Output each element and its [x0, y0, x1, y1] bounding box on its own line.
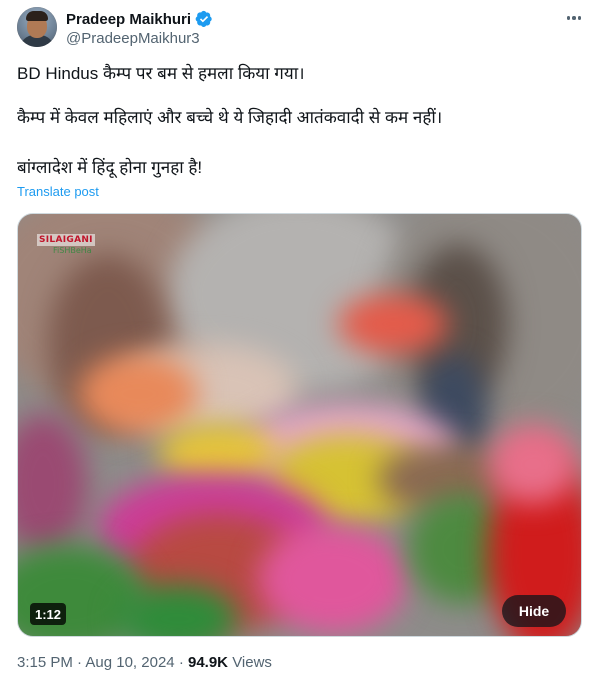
more-options-icon[interactable]	[564, 8, 584, 28]
watermark-line-1: SILAIGANI	[37, 234, 95, 246]
watermark-line-2: FiSHBeHa	[53, 246, 92, 255]
video-watermark: SILAIGANI FiSHBeHa	[37, 234, 95, 255]
verified-badge-icon	[195, 10, 213, 28]
meta-separator: ·	[77, 654, 83, 671]
video-duration-badge: 1:12	[30, 603, 67, 625]
author-display-name[interactable]: Pradeep Maikhuri	[66, 11, 191, 28]
author-name-row[interactable]: Pradeep Maikhuri	[66, 9, 213, 29]
author-handle[interactable]: @PradeepMaikhur3	[66, 30, 200, 47]
tweet-time[interactable]: 3:15 PM	[17, 654, 73, 671]
tweet-card: Pradeep Maikhuri @PradeepMaikhur3 BD Hin…	[0, 0, 599, 674]
tweet-meta: 3:15 PM · Aug 10, 2024 · 94.9K Views	[17, 654, 272, 671]
translate-post-link[interactable]: Translate post	[17, 184, 99, 199]
tweet-date[interactable]: Aug 10, 2024	[85, 654, 174, 671]
hide-media-button[interactable]: Hide	[502, 595, 566, 627]
views-label: Views	[232, 654, 272, 671]
video-player[interactable]: SILAIGANI FiSHBeHa 1:12 Hide	[17, 213, 582, 637]
tweet-text-line-3: बांग्लादेश में हिंदू होना गुनहा है!	[17, 158, 203, 177]
avatar[interactable]	[17, 7, 57, 47]
tweet-text-line-1: BD Hindus कैम्प पर बम से हमला किया गया।	[17, 64, 305, 83]
views-count[interactable]: 94.9K	[188, 654, 228, 671]
tweet-text-line-2: कैम्प में केवल महिलाएं और बच्चे थे ये जि…	[17, 108, 443, 127]
meta-separator: ·	[178, 654, 184, 671]
